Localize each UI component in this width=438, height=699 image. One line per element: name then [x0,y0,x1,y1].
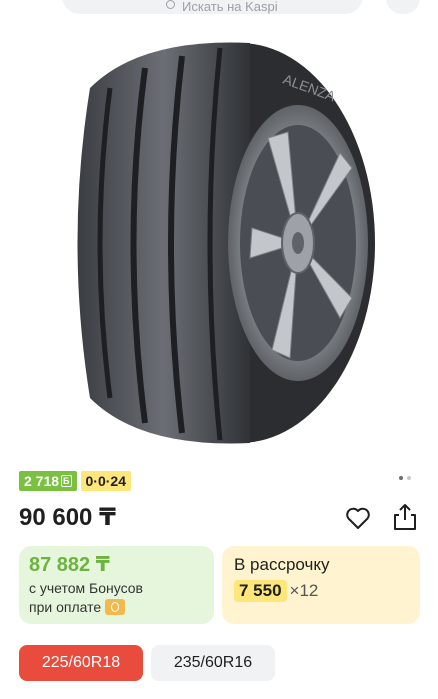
bonus-price-card[interactable]: 87 882 ₸ с учетом Бонусов при оплате [19,546,214,624]
gallery-dot[interactable] [407,476,411,480]
bonus-unit: Б [61,475,72,487]
kaspi-pay-icon [105,599,126,615]
search-placeholder: Искать на Kaspi [182,0,278,14]
share-icon[interactable] [392,502,418,532]
search-icon [166,0,175,9]
size-chip[interactable]: 235/60R16 [151,645,275,681]
installment-months: ×12 [289,581,319,600]
bonus-line-2: при оплате [29,598,204,617]
size-chip-selected[interactable]: 225/60R18 [19,645,143,681]
size-selector: 225/60R18 235/60R16 [19,645,275,681]
bonus-caption: с учетом Бонусов при оплате [29,579,204,617]
installment-amount: 7 550 [234,580,287,602]
bonus-amount: 2 718 [24,473,60,489]
badges: 2 718 Б 0·0·24 [19,471,131,491]
gallery-dots [399,476,411,480]
installment-badge: 0·0·24 [80,471,131,491]
installment-row: 7 550 ×12 [234,580,408,602]
menu-button[interactable] [386,0,420,14]
search-input[interactable]: Искать на Kaspi [62,0,363,14]
product-price: 90 600 ₸ [19,504,116,531]
bonus-price: 87 882 ₸ [29,554,110,576]
installment-title: В рассрочку [234,555,330,574]
installment-card[interactable]: В рассрочку 7 550 ×12 [222,546,420,624]
bonus-line-1: с учетом Бонусов [29,580,143,596]
gallery-dot[interactable] [399,476,403,480]
top-bar: Искать на Kaspi [0,0,438,20]
tire-tread [77,42,250,444]
bonus-badge: 2 718 Б [19,471,77,491]
heart-icon[interactable] [344,504,372,532]
product-image[interactable]: ALENZA [60,28,380,458]
